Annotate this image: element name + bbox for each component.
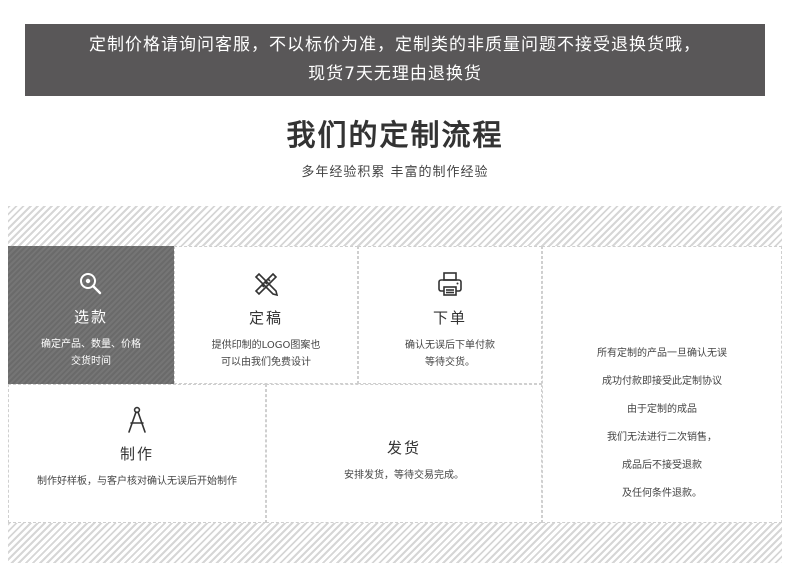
step-title: 发货 xyxy=(386,439,421,457)
stripe-band-top xyxy=(8,206,782,246)
stripe-band-bottom xyxy=(8,523,782,563)
policy-line: 成功付款即接受此定制协议 xyxy=(602,376,722,387)
process-grid: 选款 确定产品、数量、价格 交货时间 定稿 提供印制的LOGO图案也 可以由我们… xyxy=(8,246,782,523)
step-desc: 确定产品、数量、价格 交货时间 xyxy=(8,336,174,370)
printer-icon xyxy=(438,272,462,296)
step-finalize-design: 定稿 提供印制的LOGO图案也 可以由我们免费设计 xyxy=(174,246,358,384)
compass-icon xyxy=(128,406,146,433)
step-desc-line: 交货时间 xyxy=(71,356,111,367)
notice-banner: 定制价格请询问客服，不以标价为准，定制类的非质量问题不接受退换货哦， 现货7天无… xyxy=(25,24,765,96)
step-desc-line: 安排发货，等待交易完成。 xyxy=(344,470,464,481)
policy-panel: 所有定制的产品一旦确认无误 成功付款即接受此定制协议 由于定制的成品 我们无法进… xyxy=(542,246,782,523)
step-select-style: 选款 确定产品、数量、价格 交货时间 xyxy=(8,246,174,384)
step-desc: 提供印制的LOGO图案也 可以由我们免费设计 xyxy=(175,337,357,371)
step-desc: 确认无误后下单付款 等待交货。 xyxy=(359,337,541,371)
step-desc-line: 等待交货。 xyxy=(425,357,475,368)
step-title: 定稿 xyxy=(248,309,283,327)
step-desc: 制作好样板，与客户核对确认无误后开始制作 xyxy=(9,473,265,490)
notice-line-2: 现货7天无理由退换货 xyxy=(308,64,482,84)
step-place-order: 下单 确认无误后下单付款 等待交货。 xyxy=(358,246,542,384)
step-desc-line: 制作好样板，与客户核对确认无误后开始制作 xyxy=(37,476,237,487)
step-desc-line: 确认无误后下单付款 xyxy=(405,340,495,351)
step-desc-line: 提供印制的LOGO图案也 xyxy=(211,340,321,351)
policy-line: 及任何条件退款。 xyxy=(622,488,702,499)
notice-line-1: 定制价格请询问客服，不以标价为准，定制类的非质量问题不接受退换货哦， xyxy=(89,35,701,55)
step-desc-line: 确定产品、数量、价格 xyxy=(41,339,141,350)
step-desc: 安排发货，等待交易完成。 xyxy=(267,467,541,484)
page-title: 我们的定制流程 xyxy=(286,118,504,152)
step-shipping: 发货 安排发货，等待交易完成。 xyxy=(266,384,542,523)
page-subtitle: 多年经验积累 丰富的制作经验 xyxy=(301,165,489,180)
policy-line: 成品后不接受退款 xyxy=(622,460,702,471)
step-desc-line: 可以由我们免费设计 xyxy=(221,357,311,368)
policy-line: 所有定制的产品一旦确认无误 xyxy=(597,348,727,359)
policy-line: 由于定制的成品 xyxy=(627,404,697,415)
step-title: 下单 xyxy=(432,309,467,327)
step-title: 选款 xyxy=(73,308,108,326)
search-zoom-icon xyxy=(80,273,102,295)
pencil-ruler-icon xyxy=(254,272,279,297)
step-production: 制作 制作好样板，与客户核对确认无误后开始制作 xyxy=(8,384,266,523)
step-title: 制作 xyxy=(119,445,154,463)
policy-line: 我们无法进行二次销售， xyxy=(607,432,717,443)
